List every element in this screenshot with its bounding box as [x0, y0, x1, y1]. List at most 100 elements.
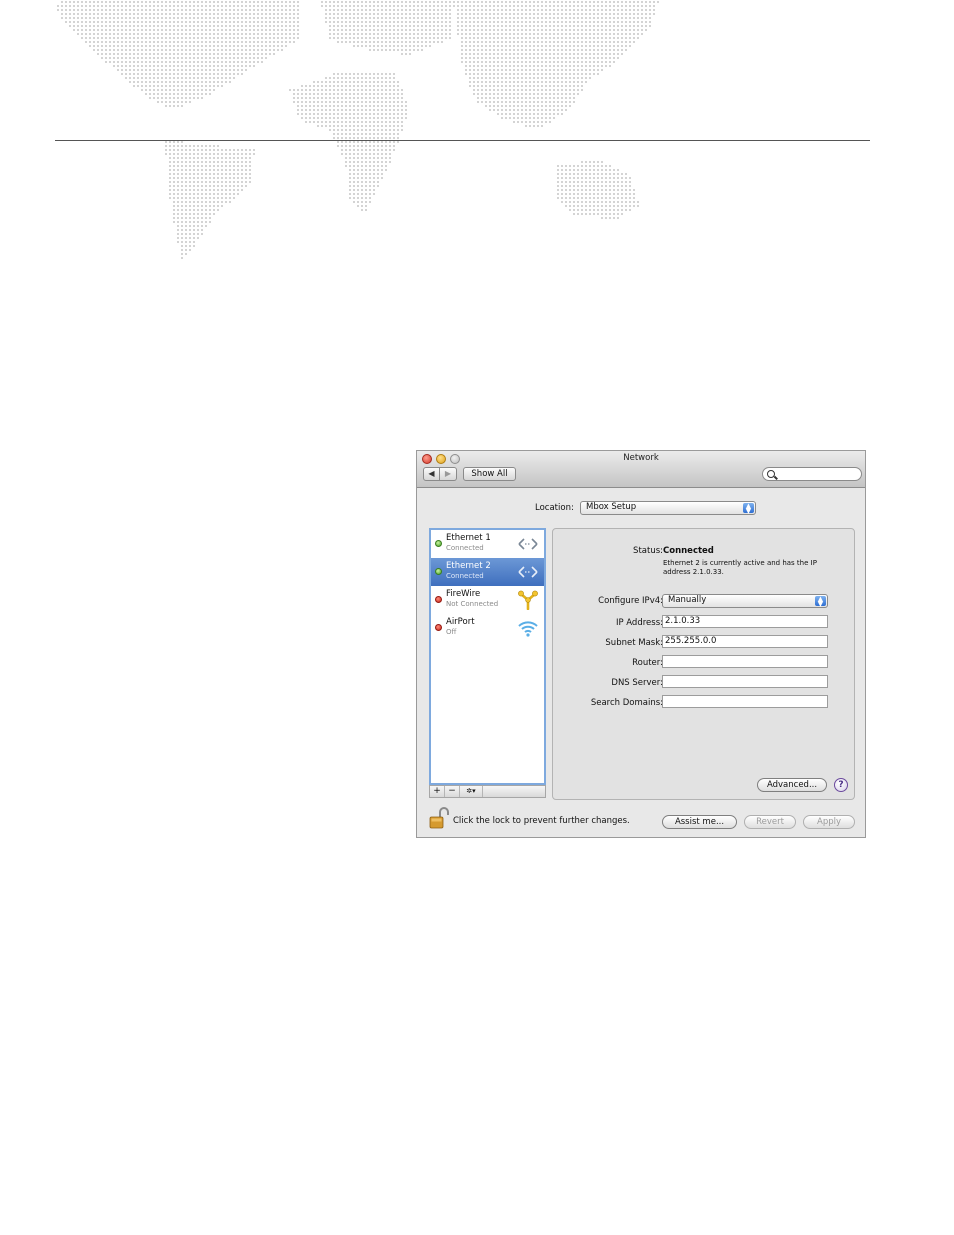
map-dot — [541, 101, 543, 103]
map-dot — [389, 97, 391, 99]
map-dot — [193, 61, 195, 63]
map-dot — [425, 21, 427, 23]
map-dot — [333, 1, 335, 3]
map-dot — [545, 61, 547, 63]
map-dot — [513, 101, 515, 103]
map-dot — [201, 169, 203, 171]
map-dot — [581, 53, 583, 55]
map-dot — [325, 21, 327, 23]
map-dot — [353, 25, 355, 27]
show-all-button[interactable]: Show All — [463, 467, 516, 481]
map-dot — [193, 241, 195, 243]
service-item-ethernet-1[interactable]: Ethernet 1 Connected — [431, 530, 544, 558]
map-dot — [529, 25, 531, 27]
map-dot — [177, 169, 179, 171]
map-dot — [185, 49, 187, 51]
map-dot — [625, 49, 627, 51]
map-dot — [325, 13, 327, 15]
map-dot — [165, 53, 167, 55]
map-dot — [353, 21, 355, 23]
map-dot — [165, 69, 167, 71]
map-dot — [573, 5, 575, 7]
map-dot — [625, 9, 627, 11]
map-dot — [101, 37, 103, 39]
map-dot — [633, 189, 635, 191]
map-dot — [633, 17, 635, 19]
map-dot — [345, 149, 347, 151]
map-dot — [217, 73, 219, 75]
map-dot — [509, 109, 511, 111]
map-dot — [637, 201, 639, 203]
advanced-button[interactable]: Advanced... — [757, 778, 827, 792]
map-dot — [357, 133, 359, 135]
map-dot — [369, 1, 371, 3]
map-dot — [585, 65, 587, 67]
map-dot — [417, 37, 419, 39]
remove-service-button[interactable]: − — [445, 786, 460, 797]
map-dot — [369, 113, 371, 115]
map-dot — [481, 57, 483, 59]
map-dot — [373, 149, 375, 151]
help-button[interactable]: ? — [834, 778, 848, 792]
router-field[interactable] — [662, 655, 828, 668]
map-dot — [217, 49, 219, 51]
map-dot — [361, 41, 363, 43]
map-dot — [157, 85, 159, 87]
map-dot — [425, 45, 427, 47]
configure-ipv4-popup[interactable]: Manually ▲ ▼ — [662, 594, 828, 608]
map-dot — [553, 117, 555, 119]
dns-server-field[interactable] — [662, 675, 828, 688]
map-dot — [225, 181, 227, 183]
service-item-airport[interactable]: AirPort Off — [431, 614, 544, 642]
map-dot — [185, 209, 187, 211]
action-menu-button[interactable]: ✲▾ — [460, 786, 483, 797]
map-dot — [533, 77, 535, 79]
map-dot — [165, 149, 167, 151]
forward-button[interactable]: ▶ — [440, 467, 457, 481]
map-dot — [173, 149, 175, 151]
map-dot — [249, 33, 251, 35]
map-dot — [197, 17, 199, 19]
map-dot — [157, 5, 159, 7]
map-dot — [313, 97, 315, 99]
map-dot — [565, 53, 567, 55]
apply-button[interactable]: Apply — [803, 815, 855, 829]
map-dot — [285, 25, 287, 27]
map-dot — [73, 17, 75, 19]
map-dot — [481, 89, 483, 91]
service-item-ethernet-2[interactable]: Ethernet 2 Connected — [431, 558, 544, 586]
map-dot — [353, 33, 355, 35]
map-dot — [121, 29, 123, 31]
map-dot — [597, 41, 599, 43]
map-dot — [185, 169, 187, 171]
map-dot — [565, 41, 567, 43]
unlocked-padlock-icon[interactable] — [429, 807, 449, 829]
service-item-firewire[interactable]: FireWire Not Connected — [431, 586, 544, 614]
revert-button[interactable]: Revert — [744, 815, 796, 829]
map-dot — [185, 189, 187, 191]
map-dot — [333, 37, 335, 39]
map-dot — [357, 157, 359, 159]
map-dot — [205, 73, 207, 75]
map-dot — [517, 65, 519, 67]
map-dot — [501, 49, 503, 51]
map-dot — [193, 177, 195, 179]
assist-me-button[interactable]: Assist me... — [662, 815, 737, 829]
add-service-button[interactable]: + — [430, 786, 445, 797]
map-dot — [521, 77, 523, 79]
search-domains-field[interactable] — [662, 695, 828, 708]
ip-address-field[interactable]: 2.1.0.33 — [662, 615, 828, 628]
location-popup[interactable]: Mbox Setup ▲ ▼ — [580, 501, 756, 515]
map-dot — [521, 33, 523, 35]
search-input[interactable] — [762, 467, 862, 481]
subnet-mask-field[interactable]: 255.255.0.0 — [662, 635, 828, 648]
map-dot — [337, 89, 339, 91]
map-dot — [193, 181, 195, 183]
map-dot — [229, 57, 231, 59]
map-dot — [593, 213, 595, 215]
map-dot — [201, 77, 203, 79]
map-dot — [485, 17, 487, 19]
map-dot — [341, 13, 343, 15]
map-dot — [497, 65, 499, 67]
back-button[interactable]: ◀ — [423, 467, 440, 481]
